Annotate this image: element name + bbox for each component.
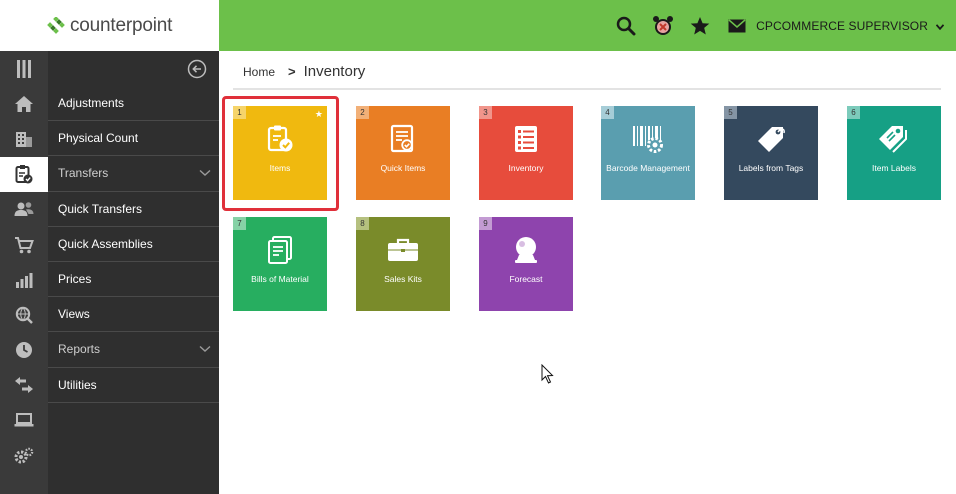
main-content: Home > Inventory 1 ★ Items 2 Quick Items 3 Inv…	[219, 51, 956, 494]
icon-rail	[0, 51, 48, 494]
home-icon[interactable]	[0, 86, 48, 121]
list-icon	[479, 123, 573, 155]
sidebar-item-views[interactable]: Views	[48, 297, 219, 333]
laptop-icon[interactable]	[0, 403, 48, 438]
tile-label: Labels from Tags	[738, 163, 804, 173]
sidebar-item-label: Prices	[58, 272, 92, 287]
tile-item-labels[interactable]: 6 Item Labels	[847, 106, 941, 200]
mouse-pointer-icon	[541, 363, 555, 389]
alarm-clock-icon[interactable]	[652, 15, 674, 37]
sidebar-item-adjustments[interactable]: Adjustments	[48, 86, 219, 122]
tile-label: Inventory	[508, 163, 544, 173]
tile-number: 7	[233, 217, 246, 230]
clock-icon[interactable]	[0, 333, 48, 368]
sidebar-item-transfers[interactable]: Transfers	[48, 156, 219, 192]
breadcrumb: Home > Inventory	[243, 63, 365, 80]
tile-bills-of-material[interactable]: 7 Bills of Material	[233, 217, 327, 311]
mail-icon[interactable]	[726, 15, 748, 37]
chevron-down-icon[interactable]	[199, 166, 211, 180]
user-menu[interactable]: CPCOMMERCE SUPERVISOR	[756, 19, 928, 33]
tile-number: 5	[724, 106, 737, 119]
sidebar-item-label: Views	[58, 307, 90, 322]
tile-number: 2	[356, 106, 369, 119]
document-stack-icon	[233, 234, 327, 266]
tile-items[interactable]: 1 ★ Items	[233, 106, 327, 200]
sidebar-item-physical-count[interactable]: Physical Count	[48, 121, 219, 157]
sidebar-item-label: Quick Assemblies	[58, 236, 153, 251]
sidebar-item-label: Utilities	[58, 377, 97, 392]
sidebar-item-label: Quick Transfers	[58, 201, 143, 216]
chevron-down-icon[interactable]	[935, 17, 945, 35]
tile-labels-from-tags[interactable]: 5 Labels from Tags	[724, 106, 818, 200]
tile-label: Sales Kits	[384, 274, 422, 284]
tile-label: Item Labels	[872, 163, 916, 173]
clipboard-check-icon[interactable]	[0, 156, 48, 192]
tile-quick-items[interactable]: 2 Quick Items	[356, 106, 450, 200]
sidebar-item-reports[interactable]: Reports	[48, 332, 219, 368]
users-icon[interactable]	[0, 192, 48, 227]
breadcrumb-separator: >	[288, 64, 296, 79]
tile-number: 9	[479, 217, 492, 230]
sidebar-item-quick-transfers[interactable]: Quick Transfers	[48, 192, 219, 227]
page-title: Inventory	[303, 63, 366, 80]
counterpoint-logo-icon	[47, 15, 65, 35]
star-icon[interactable]	[689, 15, 711, 37]
tile-sales-kits[interactable]: 8 Sales Kits	[356, 217, 450, 311]
top-bar: CPCOMMERCE SUPERVISOR	[219, 0, 956, 51]
chevron-down-icon[interactable]	[199, 342, 211, 356]
grid-icon[interactable]	[0, 51, 48, 86]
tile-label: Items	[269, 163, 291, 173]
tile-label: Forecast	[509, 274, 543, 284]
cart-icon[interactable]	[0, 227, 48, 262]
sidebar-item-label: Reports	[58, 342, 101, 357]
clipboard-check-icon	[233, 123, 327, 155]
tile-label: Bills of Material	[251, 274, 309, 284]
sidebar-item-utilities[interactable]: Utilities	[48, 368, 219, 403]
document-check-icon	[356, 123, 450, 155]
sidebar-item-quick-assemblies[interactable]: Quick Assemblies	[48, 227, 219, 262]
logo-area[interactable]: counterpoint	[0, 0, 219, 51]
breadcrumb-home[interactable]: Home	[243, 65, 275, 79]
building-icon[interactable]	[0, 121, 48, 156]
favorite-star-icon[interactable]: ★	[315, 109, 323, 120]
tile-inventory[interactable]: 3 Inventory	[479, 106, 573, 200]
tile-number: 6	[847, 106, 860, 119]
tile-number: 1	[233, 106, 246, 119]
briefcase-icon	[356, 234, 450, 266]
transfer-arrows-icon[interactable]	[0, 368, 48, 403]
sidebar-item-label: Transfers	[58, 166, 109, 181]
sidebar-item-label: Physical Count	[58, 131, 139, 146]
app-window: counterpoint CPCOMMERCE SUPERVISOR Adjus…	[0, 0, 956, 494]
barcode-gear-icon	[601, 123, 695, 155]
tile-label: Quick Items	[380, 163, 426, 173]
search-globe-icon[interactable]	[0, 297, 48, 332]
sidebar-menu: Adjustments Physical Count Transfers Quick …	[48, 51, 219, 494]
bar-chart-icon[interactable]	[0, 262, 48, 297]
collapse-menu-button[interactable]	[48, 51, 219, 86]
tile-number: 8	[356, 217, 369, 230]
tags-icon	[847, 123, 941, 155]
tag-icon	[724, 123, 818, 155]
arrow-left-circle-icon	[187, 59, 207, 78]
search-icon[interactable]	[615, 15, 637, 37]
header-divider	[233, 88, 941, 90]
sidebar-item-label: Adjustments	[58, 96, 125, 111]
sidebar-item-prices[interactable]: Prices	[48, 262, 219, 298]
tile-number: 3	[479, 106, 492, 119]
gears-icon[interactable]	[0, 438, 48, 473]
crystal-ball-icon	[479, 234, 573, 266]
tile-forecast[interactable]: 9 Forecast	[479, 217, 573, 311]
tile-barcode-management[interactable]: 4 Barcode Management	[601, 106, 695, 200]
tile-number: 4	[601, 106, 614, 119]
brand-name: counterpoint	[70, 14, 173, 36]
tile-label: Barcode Management	[606, 163, 690, 173]
